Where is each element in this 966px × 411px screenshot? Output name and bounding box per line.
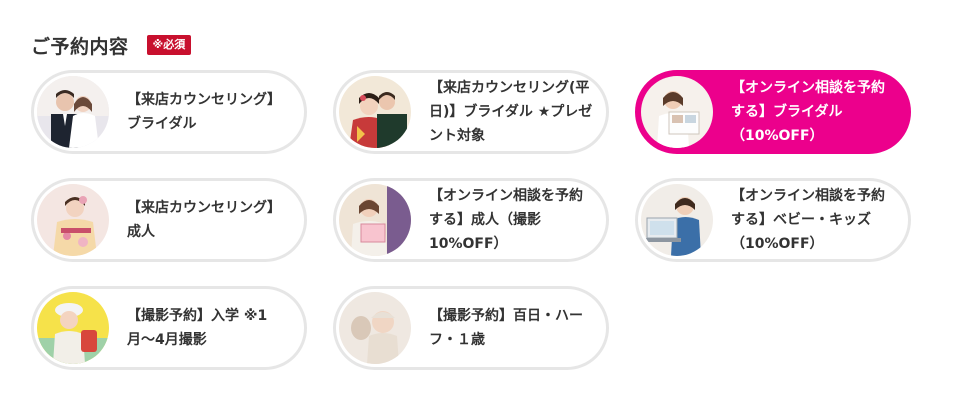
section-header: ご予約内容 ※必須 — [31, 31, 192, 59]
school-kid-photo-icon — [37, 292, 109, 364]
option-seijin-online[interactable]: 【オンライン相談を予約する】成人（撮影10%OFF） — [333, 178, 609, 262]
option-label: 【オンライン相談を予約する】成人（撮影10%OFF） — [429, 188, 583, 252]
online-consult-photo-icon — [641, 76, 713, 148]
option-label: 【来店カウンセリング】成人 — [127, 200, 281, 240]
option-bridal-online[interactable]: 【オンライン相談を予約する】ブライダル（10%OFF） — [635, 70, 911, 154]
option-label: 【撮影予約】百日・ハーフ・１歳 — [429, 308, 583, 348]
option-baby-kids-online[interactable]: 【オンライン相談を予約する】ベビー・キッズ（10%OFF） — [635, 178, 911, 262]
option-school-entry-shooting[interactable]: 【撮影予約】入学 ※1月〜4月撮影 — [31, 286, 307, 370]
couple-kimono-photo-icon — [339, 76, 411, 148]
option-bridal-counseling[interactable]: 【来店カウンセリング】ブライダル — [31, 70, 307, 154]
option-seijin-counseling[interactable]: 【来店カウンセリング】成人 — [31, 178, 307, 262]
laptop-consult-photo-icon — [641, 184, 713, 256]
option-label: 【来店カウンセリング】ブライダル — [127, 92, 281, 132]
option-label: 【来店カウンセリング(平日)】ブライダル ★プレゼント対象 — [429, 80, 593, 144]
section-title: ご予約内容 — [31, 35, 129, 58]
option-label: 【オンライン相談を予約する】ブライダル（10%OFF） — [731, 80, 885, 144]
option-baby-shooting[interactable]: 【撮影予約】百日・ハーフ・１歳 — [333, 286, 609, 370]
option-bridal-counseling-weekday[interactable]: 【来店カウンセリング(平日)】ブライダル ★プレゼント対象 — [333, 70, 609, 154]
furisode-photo-icon — [37, 184, 109, 256]
baby-photo-icon — [339, 292, 411, 364]
couple-photo-icon — [37, 76, 109, 148]
furisode-online-photo-icon — [339, 184, 411, 256]
option-label: 【撮影予約】入学 ※1月〜4月撮影 — [127, 308, 268, 348]
required-badge: ※必須 — [146, 35, 192, 55]
option-label: 【オンライン相談を予約する】ベビー・キッズ（10%OFF） — [731, 188, 885, 252]
